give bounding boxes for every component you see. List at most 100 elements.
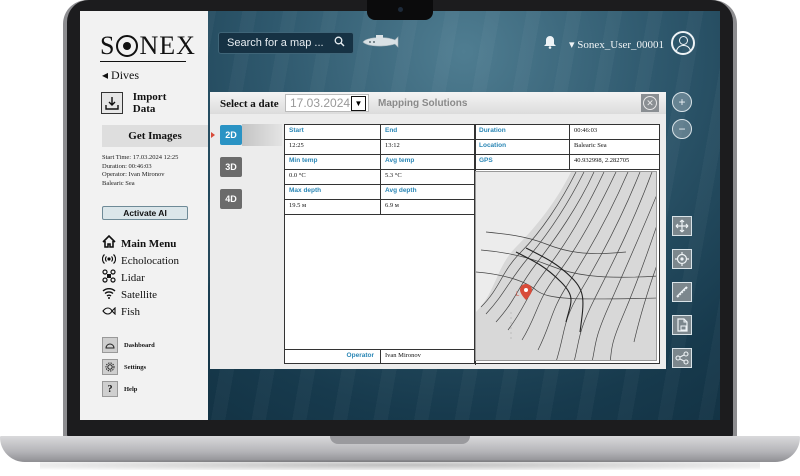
- nav-label: Help: [124, 385, 138, 393]
- nav-item-satellite[interactable]: Satellite: [102, 286, 179, 303]
- download-tray-icon: [101, 92, 123, 114]
- ruler-icon: [676, 286, 688, 298]
- mode-tab-2d[interactable]: 2D: [220, 125, 242, 145]
- date-value: 17.03.2024: [290, 96, 351, 110]
- sidebar: S NEX ◂ Dives Import Data Get Images Star…: [80, 11, 208, 420]
- nav-item-main-menu[interactable]: Main Menu: [102, 234, 179, 252]
- operator-value: Ivan Mironov: [381, 350, 475, 364]
- mapping-panel: Select a date 17.03.2024 ▼ Mapping Solut…: [210, 92, 666, 369]
- laptop-shadow: [40, 460, 760, 470]
- nav-item-fish[interactable]: Fish: [102, 303, 179, 320]
- operator-label: Operator: [285, 350, 381, 364]
- dive-duration: Duration: 00:46:03: [102, 162, 152, 170]
- date-dropdown-arrow-icon[interactable]: ▼: [351, 96, 366, 111]
- min-temp-value: 0.0 °C: [285, 170, 381, 185]
- pan-tool-button[interactable]: [672, 216, 692, 236]
- duration-label: Duration: [475, 125, 570, 140]
- avg-depth-value: 6.9 м: [381, 200, 475, 215]
- nav-label: Lidar: [121, 271, 145, 284]
- zoom-out-button[interactable]: −: [672, 119, 692, 139]
- minus-icon: −: [678, 122, 686, 136]
- nav-label: Settings: [124, 363, 147, 371]
- panel-header: Select a date 17.03.2024 ▼ Mapping Solut…: [210, 92, 666, 114]
- notes-area: [285, 215, 475, 349]
- logo-underline: [100, 61, 186, 62]
- home-icon: [102, 234, 116, 252]
- satellite-icon: [102, 287, 116, 303]
- move-arrows-icon: [675, 219, 689, 233]
- search-input[interactable]: Search for a map ...: [218, 32, 354, 54]
- min-temp-label: Min temp: [285, 155, 381, 170]
- end-label: End: [381, 125, 475, 140]
- share-button[interactable]: [672, 348, 692, 368]
- document-icon: [677, 318, 688, 332]
- nav-item-help[interactable]: ? Help: [102, 378, 155, 400]
- nav-label: Echolocation: [121, 254, 180, 267]
- nav-label: Fish: [121, 305, 140, 318]
- import-data-label: Import Data: [132, 91, 167, 115]
- dive-info: Start Time: 17.03.2024 12:25 Duration: 0…: [102, 154, 178, 188]
- user-menu[interactable]: ▾ Sonex_User_00001: [569, 38, 664, 51]
- nav-item-dashboard[interactable]: Dashboard: [102, 334, 155, 356]
- fish-icon: [102, 304, 116, 319]
- nav-item-lidar[interactable]: Lidar: [102, 268, 179, 287]
- dive-operator: Operator: Ivan Mironov: [102, 171, 165, 178]
- logo-letters-left: S: [100, 31, 116, 60]
- avg-temp-label: Avg temp: [381, 155, 475, 170]
- gps-label: GPS: [475, 155, 570, 170]
- panel-title: Mapping Solutions: [378, 98, 468, 109]
- help-icon: ?: [102, 381, 118, 397]
- duration-value: 00:46:03: [570, 125, 659, 140]
- search-icon[interactable]: [334, 36, 345, 50]
- get-images-button[interactable]: Get Images: [102, 125, 208, 147]
- nav-label: Satellite: [121, 288, 158, 301]
- camera-icon: [398, 7, 403, 12]
- nav-label: Dashboard: [124, 341, 155, 349]
- plus-icon: +: [678, 95, 686, 109]
- mode-tab-highlight: [242, 124, 282, 146]
- notifications-bell-icon[interactable]: [543, 35, 557, 49]
- export-document-button[interactable]: [672, 315, 692, 335]
- start-label: Start: [285, 125, 381, 140]
- end-value: 13:12: [381, 140, 475, 155]
- mode-tab-4d[interactable]: 4D: [220, 189, 242, 209]
- user-avatar-icon[interactable]: [671, 31, 695, 55]
- bathymetry-map[interactable]: L: [475, 171, 657, 361]
- sonex-logo: S NEX: [100, 31, 196, 61]
- camera-notch: [367, 0, 433, 20]
- active-mode-indicator: [211, 132, 215, 138]
- max-depth-label: Max depth: [285, 185, 381, 200]
- avg-temp-value: 5.3 °C: [381, 170, 475, 185]
- search-placeholder: Search for a map ...: [227, 37, 324, 49]
- submarine-icon: [360, 31, 400, 49]
- import-data-button[interactable]: Import Data: [101, 89, 191, 117]
- location-label: Location: [475, 140, 570, 155]
- activate-ai-button[interactable]: Activate AI: [102, 206, 188, 220]
- main-nav: Main Menu Echolocation Lidar Satellite F…: [101, 234, 180, 320]
- close-icon: ✕: [643, 96, 657, 110]
- drone-icon: [102, 268, 116, 287]
- measure-button[interactable]: [672, 282, 692, 302]
- location-value: Balearic Sea: [570, 140, 659, 155]
- close-panel-button[interactable]: ✕: [641, 94, 659, 112]
- crosshair-icon: [675, 252, 689, 266]
- back-to-dives-link[interactable]: ◂ Dives: [102, 68, 139, 83]
- secondary-nav: Dashboard Settings ? Help: [102, 334, 155, 400]
- nav-item-settings[interactable]: Settings: [102, 356, 155, 378]
- start-value: 12:25: [285, 140, 381, 155]
- mode-tab-3d[interactable]: 3D: [220, 157, 242, 177]
- settings-icon: [102, 359, 118, 375]
- dashboard-icon: [102, 337, 118, 353]
- dive-data-table: Start End 12:25 13:12 Min temp Avg temp …: [284, 124, 660, 365]
- locate-button[interactable]: [672, 249, 692, 269]
- logo-sonar-icon: [116, 35, 139, 57]
- dive-location: Balearic Sea: [102, 179, 135, 187]
- gps-value: 40.932998, 2.282705: [570, 155, 659, 170]
- avg-depth-label: Avg depth: [381, 185, 475, 200]
- logo-letters-right: NEX: [139, 31, 196, 60]
- zoom-in-button[interactable]: +: [672, 92, 692, 112]
- share-icon: [675, 351, 689, 365]
- nav-item-echolocation[interactable]: Echolocation: [101, 252, 180, 269]
- select-date-label: Select a date: [220, 98, 279, 110]
- echolocation-icon: [101, 253, 117, 269]
